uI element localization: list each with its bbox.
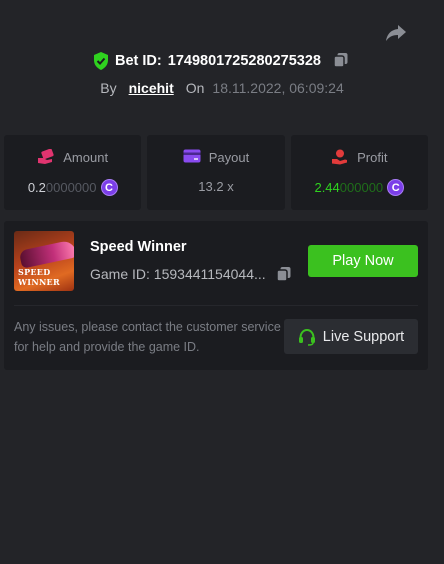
support-notice: Any issues, please contact the customer … — [14, 320, 281, 354]
username-link[interactable]: nicehit — [129, 80, 174, 96]
bet-id-value: 174980172528027532​8 — [167, 53, 321, 69]
card-icon — [183, 149, 201, 165]
copy-icon — [333, 53, 348, 68]
copy-game-id-button[interactable] — [275, 266, 292, 282]
divider — [14, 305, 418, 306]
game-id-value: 1593441154044... — [153, 266, 266, 282]
game-id-label: Game ID: — [90, 266, 150, 282]
thumb-title-line2: WINNER — [18, 277, 60, 287]
payout-label: Payout — [208, 149, 250, 165]
shield-check-icon — [93, 52, 109, 70]
share-button[interactable] — [384, 22, 408, 44]
game-name: Speed Winner — [90, 239, 187, 255]
bet-date: 18.11.2022, 06:09:24 — [212, 80, 344, 96]
author-row: By nicehit On 18.11.2022, 06:09:24 — [0, 80, 444, 96]
amount-card: Amount 0.20000000 C — [4, 135, 142, 210]
car-graphic — [18, 239, 74, 269]
coin-icon: C — [100, 179, 118, 196]
play-now-button[interactable]: Play Now — [308, 245, 418, 277]
profit-label: Profit — [357, 149, 388, 165]
amount-label: Amount — [63, 149, 109, 165]
live-support-button[interactable]: Live Support — [284, 319, 418, 354]
wallet-hand-icon — [37, 149, 55, 165]
profit-value: 2.44000000 C — [314, 179, 405, 196]
payout-card: Payout 13.2 x — [147, 135, 285, 210]
on-label: On — [185, 80, 205, 96]
by-label: By — [100, 80, 117, 96]
amount-value: 0.20000000 C — [28, 179, 118, 196]
game-thumbnail[interactable]: SPEED WINNER — [14, 231, 74, 291]
game-card: SPEED WINNER Speed Winner Game ID: 15934… — [4, 221, 428, 370]
game-id-row: Game ID: 1593441154044... — [90, 266, 292, 282]
thumb-title-line1: SPEED — [18, 267, 51, 277]
bet-stats: Amount 0.20000000 C Payout 13.2 x Profit… — [4, 135, 428, 210]
coin-icon: C — [387, 179, 405, 196]
share-icon — [386, 25, 406, 41]
profit-hand-icon — [331, 149, 349, 165]
bet-id-row: Bet ID: 174980172528027532​8 — [0, 52, 444, 70]
profit-card: Profit 2.44000000 C — [290, 135, 428, 210]
payout-value: 13.2 x — [198, 179, 234, 194]
copy-bet-id-button[interactable] — [333, 52, 351, 70]
headset-icon — [298, 328, 316, 346]
bet-id-label: Bet ID: — [115, 53, 162, 69]
live-support-label: Live Support — [322, 328, 405, 345]
copy-icon — [275, 267, 291, 282]
